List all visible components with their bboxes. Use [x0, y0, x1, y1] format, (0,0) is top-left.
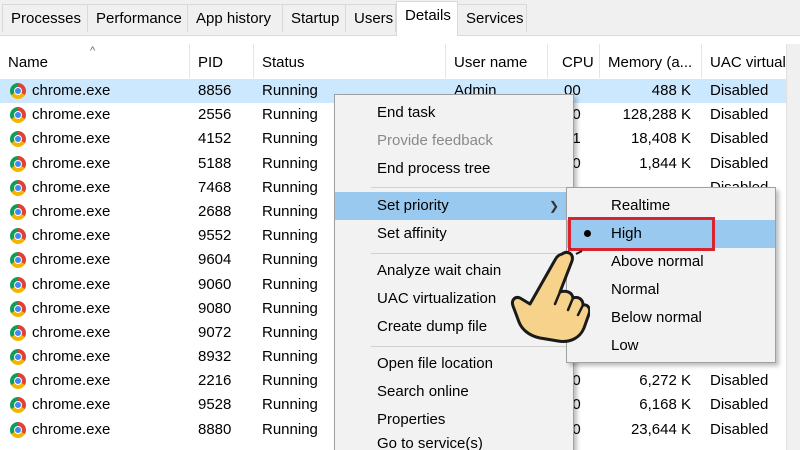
uac-cell: Disabled [710, 396, 769, 414]
priority-below-normal[interactable]: Below normal [567, 304, 775, 332]
menu-search-online[interactable]: Search online [335, 378, 573, 406]
uac-cell: Disabled [710, 130, 769, 148]
priority-low[interactable]: Low [567, 332, 775, 360]
memory-cell: 6,272 K [639, 372, 691, 390]
priority-submenu: Realtime High Above normal Normal Below … [566, 187, 776, 363]
menu-properties[interactable]: Properties [335, 406, 573, 434]
process-name-cell: chrome.exe [32, 299, 111, 317]
pid-cell: 8880 [198, 420, 232, 438]
column-cpu[interactable]: CPU [548, 44, 600, 78]
pid-cell: 4152 [198, 130, 232, 148]
chevron-right-icon: ❯ [548, 199, 559, 213]
memory-cell: 128,288 K [622, 106, 691, 124]
process-name-cell: chrome.exe [32, 275, 111, 293]
process-name-cell: chrome.exe [32, 420, 111, 438]
column-pid[interactable]: PID [190, 44, 254, 78]
uac-cell: Disabled [710, 106, 769, 124]
pid-cell: 9072 [198, 323, 232, 341]
menu-provide-feedback: Provide feedback [377, 132, 493, 149]
process-name-cell: chrome.exe [32, 130, 111, 148]
menu-open-file-location[interactable]: Open file location [335, 350, 573, 378]
uac-cell: Disabled [710, 420, 769, 438]
priority-realtime[interactable]: Realtime [567, 192, 775, 220]
column-memory[interactable]: Memory (a... [600, 44, 702, 78]
pid-cell: 9060 [198, 275, 232, 293]
tab-performance[interactable]: Performance [87, 4, 188, 32]
process-name-cell: chrome.exe [32, 202, 111, 220]
menu-go-to-services[interactable]: Go to service(s) [335, 434, 573, 450]
menu-set-priority[interactable]: Set priority ❯ [335, 192, 573, 220]
pid-cell: 2556 [198, 106, 232, 124]
hand-pointer-icon [511, 248, 590, 343]
column-user-name[interactable]: User name [446, 44, 548, 78]
pid-cell: 2216 [198, 372, 232, 390]
process-name-cell: chrome.exe [32, 82, 111, 99]
menu-set-affinity[interactable]: Set affinity [335, 220, 573, 248]
column-status[interactable]: Status [254, 44, 446, 78]
sort-ascending-icon: ^ [90, 45, 96, 57]
memory-cell: 18,408 K [630, 130, 691, 148]
process-name-cell: chrome.exe [32, 251, 111, 269]
memory-cell: 23,644 K [630, 420, 691, 438]
vertical-scrollbar[interactable] [786, 44, 800, 450]
pid-cell: 9604 [198, 251, 232, 269]
tab-details[interactable]: Details [396, 1, 458, 36]
menu-set-priority-label: Set priority [377, 197, 449, 214]
column-header: Name PID Status User name CPU Memory (a.… [0, 44, 800, 78]
uac-cell: Disabled [710, 372, 769, 390]
process-name-cell: chrome.exe [32, 106, 111, 124]
process-name-cell: chrome.exe [32, 372, 111, 390]
tab-users[interactable]: Users [345, 4, 396, 32]
uac-cell: Disabled [710, 82, 769, 99]
process-name-cell: chrome.exe [32, 348, 111, 366]
menu-separator [371, 187, 567, 188]
process-name-cell: chrome.exe [32, 323, 111, 341]
process-name-cell: chrome.exe [32, 154, 111, 172]
tab-processes[interactable]: Processes [2, 4, 88, 32]
highlight-annotation-box [568, 217, 715, 251]
tab-app-history[interactable]: App history [187, 4, 283, 32]
column-uac-virtualization[interactable]: UAC virtualiz [702, 44, 786, 78]
pid-cell: 8932 [198, 348, 232, 366]
tab-startup[interactable]: Startup [282, 4, 346, 32]
pid-cell: 5188 [198, 154, 232, 172]
pid-cell: 9080 [198, 299, 232, 317]
pid-cell: 7468 [198, 178, 232, 196]
memory-cell: 488 K [651, 82, 691, 99]
process-name-cell: chrome.exe [32, 396, 111, 414]
process-name-cell: chrome.exe [32, 227, 111, 245]
tab-bar: Processes Performance App history Startu… [0, 0, 800, 36]
pid-cell: 8856 [198, 82, 232, 99]
memory-cell: 6,168 K [639, 396, 691, 414]
pid-cell: 2688 [198, 202, 232, 220]
priority-normal[interactable]: Normal [567, 276, 775, 304]
uac-cell: Disabled [710, 154, 769, 172]
process-name-cell: chrome.exe [32, 178, 111, 196]
pid-cell: 9552 [198, 227, 232, 245]
pid-cell: 9528 [198, 396, 232, 414]
memory-cell: 1,844 K [639, 154, 691, 172]
menu-end-task[interactable]: End task [335, 99, 573, 127]
menu-separator [371, 346, 567, 347]
tab-services[interactable]: Services [457, 4, 527, 32]
menu-end-process-tree[interactable]: End process tree [335, 155, 573, 183]
priority-above-normal[interactable]: Above normal [567, 248, 775, 276]
